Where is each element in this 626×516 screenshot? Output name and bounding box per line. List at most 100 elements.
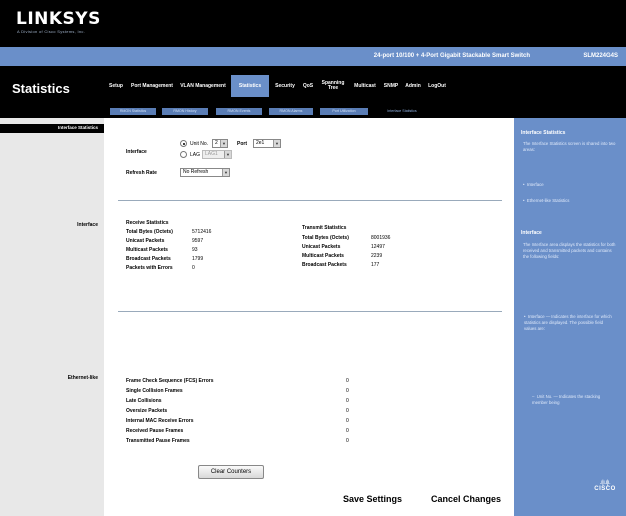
unit-no-value: 2: [215, 140, 218, 146]
unit-no-radio[interactable]: [180, 140, 187, 147]
tab-admin[interactable]: Admin: [403, 79, 423, 93]
help-bullet: • Ethernet-like Statistics: [523, 198, 570, 203]
help-section-text: The Interface area displays the statisti…: [523, 242, 616, 259]
tab-qos[interactable]: QoS: [300, 79, 316, 93]
help-bullet: • Interface: [523, 182, 544, 187]
refresh-rate-select[interactable]: No Refresh ▼: [180, 168, 230, 177]
ethernet-label: Internal MAC Receive Errors: [126, 418, 194, 424]
ethernet-label: Received Pause Frames: [126, 428, 184, 434]
main-nav: Setup Port Management VLAN Management St…: [104, 66, 626, 105]
subtab-rmon-history[interactable]: RMON History: [162, 108, 208, 115]
tx-value: 177: [371, 262, 380, 268]
section-label-interface: Interface: [77, 222, 98, 228]
divider: [118, 311, 502, 312]
transmit-stats-title: Transmit Statistics: [302, 225, 347, 231]
ethernet-value: 0: [346, 428, 349, 434]
rx-value: 93: [192, 247, 198, 253]
cisco-logo: .ı|ı.ı|ı. CISCO: [590, 480, 620, 492]
lag-select[interactable]: LAG1 ▼: [202, 150, 232, 159]
tx-label: Total Bytes (Octets): [302, 235, 349, 241]
subtab-port-utilization[interactable]: Port Utilization: [320, 108, 368, 115]
ethernet-value: 0: [346, 378, 349, 384]
tx-value: 8001936: [371, 235, 391, 241]
left-header-label: Interface Statistics: [57, 125, 98, 130]
receive-stats-title: Receive Statistics: [126, 220, 169, 226]
cancel-changes-button[interactable]: Cancel Changes: [431, 494, 501, 504]
help-field-bullet: • Interface — Indicates the interface fo…: [524, 314, 612, 331]
tab-security[interactable]: Security: [272, 79, 298, 93]
help-panel: Interface Statistics The Interface Stati…: [514, 118, 626, 516]
subtab-rmon-events[interactable]: RMON Events: [216, 108, 262, 115]
tab-statistics[interactable]: Statistics: [231, 75, 269, 97]
rx-label: Multicast Packets: [126, 247, 168, 253]
ethernet-label: Oversize Packets: [126, 408, 168, 414]
refresh-rate-label: Refresh Rate: [126, 170, 157, 176]
port-value: 2e1: [256, 140, 265, 146]
model-number: SLM224G4S: [583, 53, 618, 59]
tab-multicast[interactable]: Multicast: [351, 79, 379, 93]
rx-label: Packets with Errors: [126, 265, 173, 271]
chevron-down-icon: ▼: [273, 140, 280, 147]
tx-label: Multicast Packets: [302, 253, 344, 259]
tab-port-management[interactable]: Port Management: [128, 79, 176, 93]
help-sub-text: Unit No. — Indicates the stacking member…: [532, 394, 601, 405]
subtab-interface-statistics[interactable]: Interface Statistics: [374, 108, 430, 115]
rx-label: Broadcast Packets: [126, 256, 171, 262]
unit-no-select[interactable]: 2 ▼: [212, 139, 228, 148]
help-title: Interface Statistics: [521, 130, 566, 136]
top-banner: LINKSYS A Division of Cisco Systems, Inc…: [0, 0, 626, 47]
tx-value: 12497: [371, 244, 385, 250]
help-field-text: Interface — Indicates the interface for …: [524, 314, 612, 331]
tx-value: 2239: [371, 253, 383, 259]
tab-logout[interactable]: LogOut: [426, 79, 448, 93]
model-description: 24-port 10/100 + 4-Port Gigabit Stackabl…: [373, 53, 530, 59]
port-label: Port: [237, 141, 247, 147]
ethernet-label: Late Collisions: [126, 398, 162, 404]
tab-snmp[interactable]: SNMP: [382, 79, 400, 93]
ethernet-value: 0: [346, 418, 349, 424]
linksys-logo: LINKSYS: [16, 9, 101, 29]
tx-label: Unicast Packets: [302, 244, 341, 250]
model-strip: 24-port 10/100 + 4-Port Gigabit Stackabl…: [0, 47, 626, 66]
lag-radio[interactable]: [180, 151, 187, 158]
rx-value: 0: [192, 265, 195, 271]
tab-setup[interactable]: Setup: [107, 79, 125, 93]
tab-spanning-tree[interactable]: Spanning Tree: [318, 79, 348, 93]
left-header: Interface Statistics: [0, 124, 104, 133]
rx-value: 5712416: [192, 229, 212, 235]
help-intro: The Interface Statistics screen is share…: [523, 141, 616, 152]
unit-no-label: Unit No.: [190, 141, 209, 147]
chevron-down-icon: ▼: [224, 151, 231, 158]
tx-label: Broadcast Packets: [302, 262, 347, 268]
logo-subtitle: A Division of Cisco Systems, Inc.: [17, 29, 86, 34]
help-sub-bullet: – Unit No. — Indicates the stacking memb…: [532, 394, 601, 405]
chevron-down-icon: ▼: [222, 169, 229, 176]
tab-vlan-management[interactable]: VLAN Management: [179, 79, 227, 93]
ethernet-value: 0: [346, 408, 349, 414]
left-column: Interface Statistics Interface Ethernet-…: [0, 118, 104, 516]
subtab-rmon-alarms[interactable]: RMON Alarms: [269, 108, 313, 115]
page-title: Statistics: [12, 81, 70, 96]
refresh-rate-value: No Refresh: [183, 169, 209, 175]
page-title-area: Statistics: [0, 66, 104, 118]
port-select[interactable]: 2e1 ▼: [253, 139, 281, 148]
clear-counters-button[interactable]: Clear Counters: [198, 465, 264, 479]
ethernet-label: Frame Check Sequence (FCS) Errors: [126, 378, 214, 384]
rx-label: Unicast Packets: [126, 238, 165, 244]
help-section-title: Interface: [521, 230, 542, 236]
ethernet-value: 0: [346, 438, 349, 444]
rx-label: Total Bytes (Octets): [126, 229, 173, 235]
ethernet-value: 0: [346, 388, 349, 394]
save-settings-button[interactable]: Save Settings: [343, 494, 402, 504]
rx-value: 9597: [192, 238, 204, 244]
subtab-rmon-statistics[interactable]: RMON Statistics: [110, 108, 156, 115]
help-bullet-link[interactable]: Ethernet-like Statistics: [527, 198, 570, 203]
interface-label: Interface: [126, 149, 147, 155]
section-label-ethernet-like: Ethernet-like: [67, 375, 98, 381]
chevron-down-icon: ▼: [220, 140, 227, 147]
divider: [118, 200, 502, 201]
cisco-wordmark: CISCO: [594, 486, 616, 492]
lag-label: LAG: [190, 152, 201, 158]
ethernet-label: Single Collision Frames: [126, 388, 183, 394]
help-bullet-link[interactable]: Interface: [527, 182, 544, 187]
